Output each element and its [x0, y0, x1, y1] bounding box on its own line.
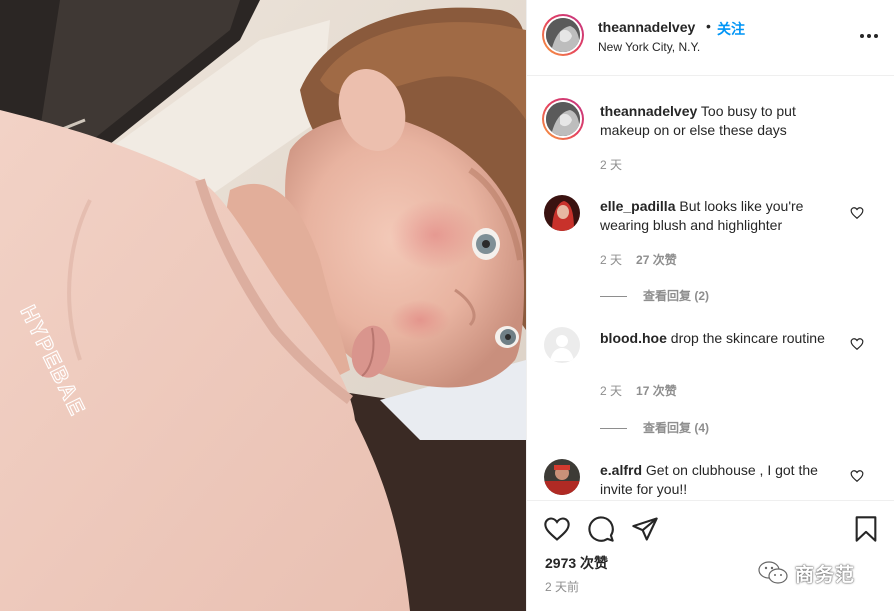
comment-text-block: elle_padilla But looks like you're weari…: [600, 197, 840, 235]
avatar-photo: [544, 459, 580, 495]
caption-time: 2 天: [600, 156, 622, 173]
post-sidebar: theannadelvey • 关注 New York City, N.Y. t…: [526, 0, 894, 611]
heart-icon[interactable]: [850, 206, 864, 220]
caption-avatar[interactable]: [542, 98, 584, 140]
send-icon[interactable]: [631, 515, 659, 543]
replies-divider: [600, 296, 627, 298]
comment-text: drop the skincare routine: [670, 330, 825, 346]
comment-text-block: e.alfrd Get on clubhouse , I got the inv…: [600, 461, 840, 499]
comment-time[interactable]: 2 天: [600, 253, 622, 267]
avatar-photo: [544, 195, 580, 231]
separator-dot: •: [706, 18, 711, 34]
author-avatar[interactable]: [542, 14, 584, 56]
comment-text-block: blood.hoe drop the skincare routine: [600, 329, 840, 348]
likes-count[interactable]: 2973 次赞: [545, 553, 608, 573]
comment-username[interactable]: blood.hoe: [600, 330, 667, 346]
default-avatar-icon: [544, 327, 580, 363]
view-replies-button[interactable]: 查看回复 (2): [600, 287, 709, 304]
comment-username[interactable]: e.alfrd: [600, 462, 642, 478]
view-replies-button[interactable]: 查看回复 (4): [600, 419, 709, 436]
heart-icon[interactable]: [850, 337, 864, 351]
comment-icon[interactable]: [587, 515, 615, 543]
avatar-photo: [546, 102, 580, 136]
view-replies-label: 查看回复 (4): [643, 421, 710, 435]
comment-time[interactable]: 2 天: [600, 384, 622, 398]
comment-likes[interactable]: 27 次赞: [636, 253, 677, 267]
avatar-photo: [546, 18, 580, 52]
commenter-avatar[interactable]: [544, 459, 580, 495]
comment-meta: 2 天 27 次赞: [600, 251, 677, 268]
commenter-avatar[interactable]: [544, 195, 580, 231]
heart-icon[interactable]: [850, 469, 864, 483]
watermark: 商务范: [757, 559, 855, 587]
comment-meta: 2 天 17 次赞: [600, 382, 677, 399]
watermark-text: 商务范: [795, 564, 856, 586]
comment-likes[interactable]: 17 次赞: [636, 384, 677, 398]
author-username[interactable]: theannadelvey: [598, 19, 695, 35]
view-replies-label: 查看回复 (2): [643, 289, 710, 303]
replies-divider: [600, 428, 627, 430]
commenter-avatar[interactable]: [544, 327, 580, 363]
post-location[interactable]: New York City, N.Y.: [598, 40, 700, 54]
caption-timestamp[interactable]: 2 天: [600, 158, 622, 172]
post-photo[interactable]: HYPEBAE: [0, 0, 526, 611]
follow-button[interactable]: 关注: [717, 19, 745, 39]
more-horizontal-icon[interactable]: [857, 26, 881, 46]
post-actions: 2973 次赞 2 天前 商务范: [527, 500, 894, 611]
comment-username[interactable]: elle_padilla: [600, 198, 675, 214]
post-timestamp[interactable]: 2 天前: [545, 578, 579, 595]
selfie-image: HYPEBAE: [0, 0, 526, 611]
caption-text-block: theannadelvey Too busy to put makeup on …: [600, 102, 840, 140]
caption-username[interactable]: theannadelvey: [600, 103, 697, 119]
wechat-icon: [758, 561, 788, 584]
comments-list[interactable]: theannadelvey Too busy to put makeup on …: [527, 77, 894, 500]
post-header: theannadelvey • 关注 New York City, N.Y.: [527, 0, 894, 76]
bookmark-icon[interactable]: [852, 515, 880, 543]
heart-icon[interactable]: [543, 515, 571, 543]
